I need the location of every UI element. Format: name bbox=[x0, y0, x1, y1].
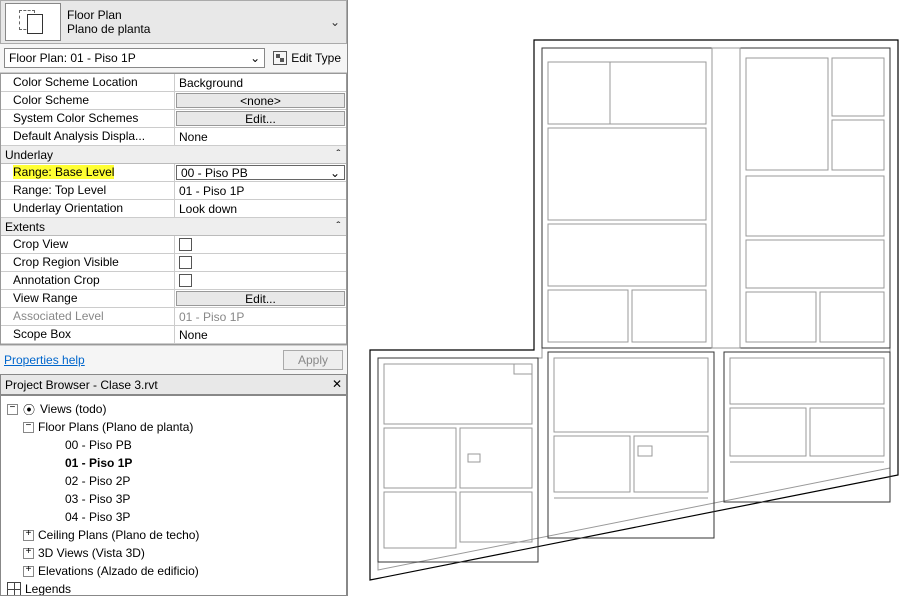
prop-btn-color-scheme[interactable]: <none> bbox=[176, 93, 345, 108]
prop-val-default-analysis[interactable]: None bbox=[175, 128, 346, 145]
properties-help-link[interactable]: Properties help bbox=[4, 353, 85, 367]
drawing-canvas[interactable] bbox=[348, 0, 904, 596]
section-extents-label: Extents bbox=[5, 220, 45, 234]
prop-val-color-scheme-location[interactable]: Background bbox=[175, 74, 346, 91]
edit-type-button[interactable]: Edit Type bbox=[271, 49, 343, 67]
prop-val-underlay-orient[interactable]: Look down bbox=[175, 200, 346, 217]
prop-label-color-scheme-location: Color Scheme Location bbox=[1, 74, 175, 91]
prop-combo-range-base[interactable]: 00 - Piso PB ⌄ bbox=[176, 165, 345, 180]
prop-val-annotation-crop[interactable] bbox=[175, 272, 346, 289]
prop-val-scope-box[interactable]: None bbox=[175, 326, 346, 343]
close-icon[interactable]: ✕ bbox=[332, 377, 342, 392]
prop-label-annotation-crop: Annotation Crop bbox=[1, 272, 175, 289]
prop-label-color-scheme: Color Scheme bbox=[1, 92, 175, 109]
prop-val-assoc-level: 01 - Piso 1P bbox=[175, 308, 346, 325]
tree-item-piso-3p[interactable]: 03 - Piso 3P bbox=[3, 490, 344, 508]
edit-type-label: Edit Type bbox=[291, 51, 341, 65]
collapse-icon[interactable]: ˆ bbox=[335, 220, 342, 234]
range-base-value: 00 - Piso PB bbox=[181, 166, 248, 180]
properties-grid: Color Scheme Location Background Color S… bbox=[0, 73, 347, 345]
prop-val-crop-region[interactable] bbox=[175, 254, 346, 271]
checkbox-crop-region[interactable] bbox=[179, 256, 192, 269]
view-type-icon-box[interactable] bbox=[5, 3, 61, 41]
tree-legends[interactable]: Legends bbox=[3, 580, 344, 596]
collapse-toggle[interactable]: − bbox=[7, 404, 18, 415]
prop-label-default-analysis: Default Analysis Displa... bbox=[1, 128, 175, 145]
view-type-subtitle: Plano de planta bbox=[67, 22, 328, 36]
project-browser-header: Project Browser - Clase 3.rvt ✕ bbox=[0, 374, 347, 395]
checkbox-annotation-crop[interactable] bbox=[179, 274, 192, 287]
prop-label-crop-region: Crop Region Visible bbox=[1, 254, 175, 271]
project-browser-title: Project Browser - Clase 3.rvt bbox=[5, 378, 158, 392]
tree-floor-plans[interactable]: −Floor Plans (Plano de planta) bbox=[3, 418, 344, 436]
prop-label-crop-view: Crop View bbox=[1, 236, 175, 253]
tree-item-piso-2p[interactable]: 02 - Piso 2P bbox=[3, 472, 344, 490]
prop-label-range-top: Range: Top Level bbox=[1, 182, 175, 199]
tree-views[interactable]: −⦿Views (todo) bbox=[3, 400, 344, 418]
collapse-toggle[interactable]: − bbox=[23, 422, 34, 433]
tree-item-piso-1p[interactable]: 01 - Piso 1P bbox=[3, 454, 344, 472]
properties-header: Floor Plan Plano de planta ⌄ bbox=[0, 0, 347, 44]
tree-elevations[interactable]: +Elevations (Alzado de edificio) bbox=[3, 562, 344, 580]
tree-item-piso-pb[interactable]: 00 - Piso PB bbox=[3, 436, 344, 454]
apply-button[interactable]: Apply bbox=[283, 350, 343, 370]
prop-label-underlay-orient: Underlay Orientation bbox=[1, 200, 175, 217]
tree-3d-views[interactable]: +3D Views (Vista 3D) bbox=[3, 544, 344, 562]
project-browser-tree: −⦿Views (todo) −Floor Plans (Plano de pl… bbox=[0, 395, 347, 596]
prop-label-system-color: System Color Schemes bbox=[1, 110, 175, 127]
views-icon: ⦿ bbox=[22, 402, 36, 416]
expand-toggle[interactable]: + bbox=[23, 566, 34, 577]
prop-label-scope-box: Scope Box bbox=[1, 326, 175, 343]
collapse-icon[interactable]: ˆ bbox=[335, 148, 342, 162]
checkbox-crop-view[interactable] bbox=[179, 238, 192, 251]
view-selector-combo[interactable]: Floor Plan: 01 - Piso 1P ⌄ bbox=[4, 48, 265, 68]
prop-label-view-range: View Range bbox=[1, 290, 175, 307]
prop-label-range-base: Range: Base Level bbox=[1, 164, 175, 181]
view-selector-value: Floor Plan: 01 - Piso 1P bbox=[9, 51, 136, 65]
section-underlay-label: Underlay bbox=[5, 148, 53, 162]
prop-val-crop-view[interactable] bbox=[175, 236, 346, 253]
floor-plan-icon bbox=[19, 10, 47, 34]
edit-type-icon bbox=[273, 51, 287, 65]
legends-icon bbox=[7, 582, 21, 596]
chevron-down-icon: ⌄ bbox=[330, 166, 340, 180]
prop-btn-system-color[interactable]: Edit... bbox=[176, 111, 345, 126]
section-underlay[interactable]: Underlay ˆ bbox=[1, 146, 346, 164]
prop-btn-view-range[interactable]: Edit... bbox=[176, 291, 345, 306]
header-dropdown-icon[interactable]: ⌄ bbox=[328, 15, 342, 29]
prop-label-assoc-level: Associated Level bbox=[1, 308, 175, 325]
expand-toggle[interactable]: + bbox=[23, 530, 34, 541]
chevron-down-icon: ⌄ bbox=[250, 51, 260, 65]
expand-toggle[interactable]: + bbox=[23, 548, 34, 559]
view-type-title: Floor Plan bbox=[67, 8, 328, 22]
section-extents[interactable]: Extents ˆ bbox=[1, 218, 346, 236]
tree-item-piso-3p-2[interactable]: 04 - Piso 3P bbox=[3, 508, 344, 526]
prop-val-range-top[interactable]: 01 - Piso 1P bbox=[175, 182, 346, 199]
tree-ceiling-plans[interactable]: +Ceiling Plans (Plano de techo) bbox=[3, 526, 344, 544]
